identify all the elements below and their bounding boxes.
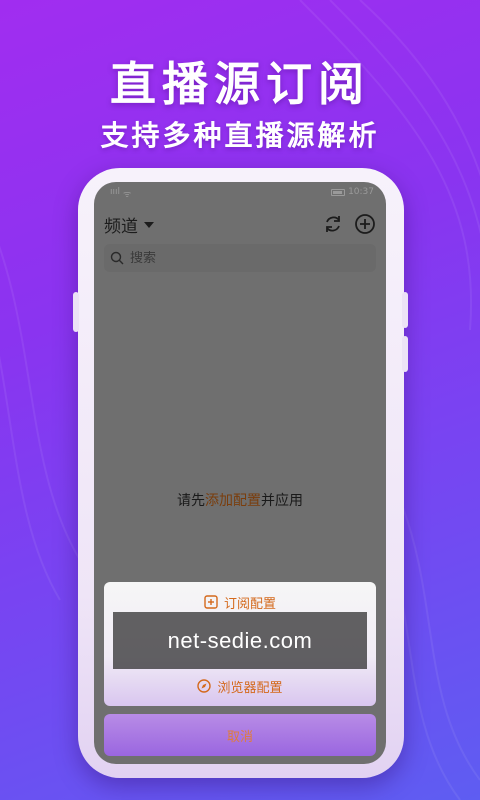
refresh-icon xyxy=(326,216,340,232)
wifi-icon: ᯤ xyxy=(123,190,132,200)
top-bar: 频道 xyxy=(94,210,386,240)
cancel-button[interactable]: 取消 xyxy=(104,714,376,756)
watermark-overlay: net-sedie.com xyxy=(113,612,367,669)
channel-label: 频道 xyxy=(104,217,138,237)
add-button[interactable] xyxy=(354,213,376,235)
promo-subtitle: 支持多种直播源解析 xyxy=(100,119,380,152)
empty-state-message: 请先添加配置并应用 xyxy=(94,490,386,510)
search-input[interactable] xyxy=(130,250,360,266)
browser-config-option[interactable]: 浏览器配置 xyxy=(104,668,376,704)
browser-config-label: 浏览器配置 xyxy=(217,680,283,696)
plus-circle-icon xyxy=(355,214,375,234)
phone-side-button-right-bottom xyxy=(402,336,408,372)
status-bar: ıııl ᯤ 10:37 xyxy=(94,182,386,204)
battery-icon xyxy=(331,188,346,196)
compass-icon xyxy=(197,679,212,693)
refresh-button[interactable] xyxy=(322,213,344,235)
add-config-link[interactable]: 添加配置 xyxy=(205,493,261,509)
caret-down-icon xyxy=(144,221,154,228)
empty-state-prefix: 请先 xyxy=(177,493,205,509)
phone-side-button-left xyxy=(73,292,79,332)
empty-state-suffix: 并应用 xyxy=(261,493,303,509)
phone-screen: ıııl ᯤ 10:37 频道 搜索 请先添加配置并应用 订阅配置 浏览器配置 … xyxy=(94,182,386,764)
search-icon xyxy=(110,251,124,265)
phone-side-button-right-top xyxy=(402,292,408,328)
signal-icon: ıııl xyxy=(110,187,121,197)
search-bar xyxy=(104,244,376,272)
add-square-icon xyxy=(204,595,218,609)
promo-title: 直播源订阅 xyxy=(110,57,370,111)
subscribe-config-label: 订阅配置 xyxy=(223,596,276,612)
status-time: 10:37 xyxy=(348,187,374,197)
channel-dropdown[interactable]: 频道 xyxy=(104,212,154,237)
